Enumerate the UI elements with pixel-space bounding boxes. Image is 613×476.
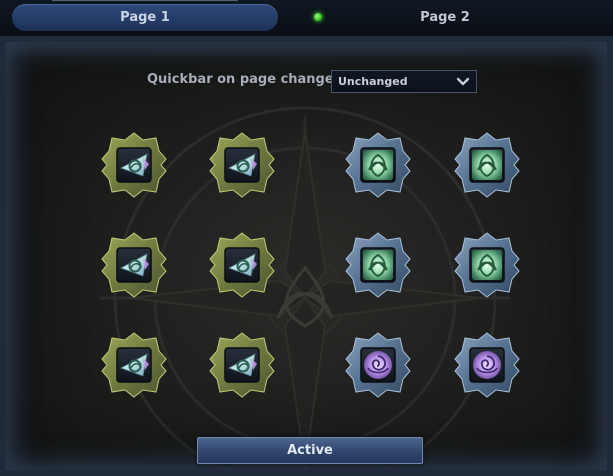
white-triangle-rune-icon <box>209 132 275 198</box>
green-celtic-rune-icon <box>454 232 520 298</box>
rune-slot[interactable] <box>207 130 277 200</box>
tab-page-1[interactable]: Page 1 <box>12 0 278 31</box>
white-triangle-rune-icon <box>209 332 275 398</box>
green-celtic-rune-icon <box>345 132 411 198</box>
rune-slot[interactable] <box>207 230 277 300</box>
white-triangle-rune-icon <box>101 332 167 398</box>
rock-edge <box>0 36 613 58</box>
green-celtic-rune-icon <box>454 132 520 198</box>
rune-slot[interactable] <box>343 330 413 400</box>
rune-slot[interactable] <box>343 230 413 300</box>
tab-bar: Page 1 Page 2 <box>0 0 613 36</box>
rune-slot[interactable] <box>452 230 522 300</box>
white-triangle-rune-icon <box>209 232 275 298</box>
purple-rose-rune-icon <box>345 332 411 398</box>
rune-slot[interactable] <box>99 330 169 400</box>
tab-page-2[interactable]: Page 2 <box>300 4 590 31</box>
quickbar-selected-value: Unchanged <box>338 75 408 88</box>
white-triangle-rune-icon <box>101 132 167 198</box>
white-triangle-rune-icon <box>101 232 167 298</box>
rune-slot[interactable] <box>452 130 522 200</box>
quickbar-label: Quickbar on page change <box>147 72 334 87</box>
chevron-down-icon <box>456 77 470 86</box>
purple-rose-rune-icon <box>454 332 520 398</box>
quickbar-dropdown[interactable]: Unchanged <box>331 70 477 93</box>
green-celtic-rune-icon <box>345 232 411 298</box>
rune-slot[interactable] <box>343 130 413 200</box>
rune-slot[interactable] <box>99 230 169 300</box>
active-button[interactable]: Active <box>197 437 423 464</box>
rune-slot[interactable] <box>99 130 169 200</box>
rune-slot[interactable] <box>452 330 522 400</box>
rune-slot[interactable] <box>207 330 277 400</box>
rune-page-window: Page 1 Page 2 Quickbar on page change Un… <box>0 0 613 476</box>
